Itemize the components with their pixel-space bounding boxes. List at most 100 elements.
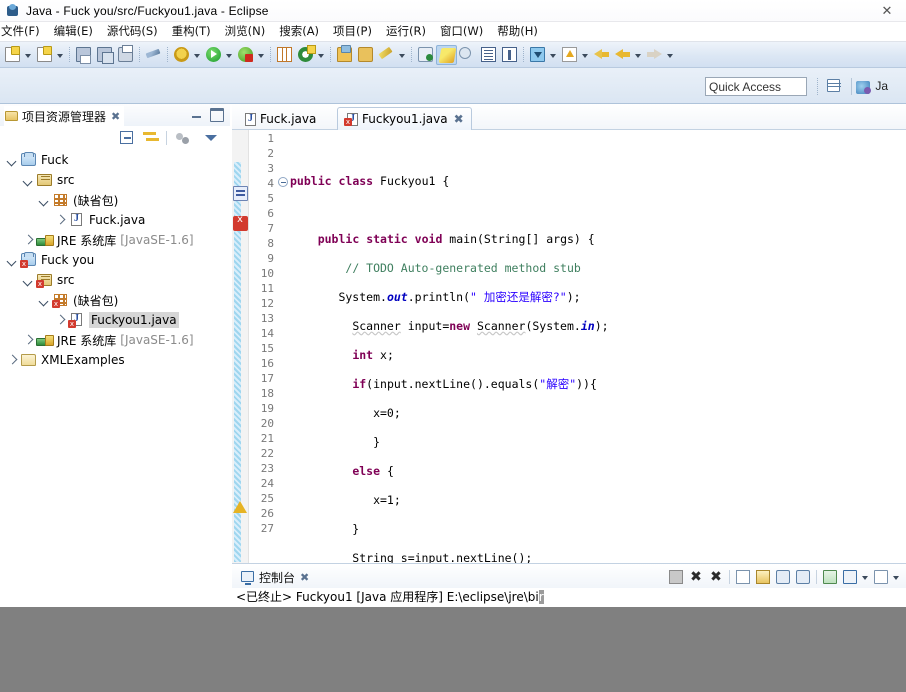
remove-all-terminated-button[interactable]: ✖ [706, 568, 726, 586]
previous-annotation-button[interactable] [457, 45, 478, 65]
view-menu-button[interactable] [202, 129, 222, 147]
editor-tab-fuckyou1-java[interactable]: Fuckyou1.java ✖ [337, 107, 472, 130]
editor-body[interactable]: 1 2 3 4 5 6 7 8 9 10 11 12 13 14 15 16 1 [232, 130, 906, 607]
chevron-right-icon[interactable] [20, 332, 36, 348]
folding-ruler[interactable] [276, 130, 290, 589]
new-class-green-button[interactable] [295, 44, 316, 65]
java-perspective-button[interactable] [436, 44, 457, 65]
scroll-lock-button[interactable] [753, 568, 773, 586]
chevron-down-icon[interactable] [4, 252, 20, 268]
menu-navigate[interactable]: 浏览(N) [218, 21, 273, 42]
run-button[interactable] [203, 45, 224, 65]
terminate-button[interactable] [666, 568, 686, 586]
close-icon[interactable]: ✕ [878, 3, 896, 19]
print-button[interactable] [115, 44, 136, 65]
open-task-button[interactable] [355, 45, 376, 65]
toggle-block-selection-button[interactable] [478, 45, 499, 65]
perspective-java-button[interactable]: Ja [856, 76, 888, 96]
open-type-button[interactable] [334, 44, 355, 65]
close-icon[interactable]: ✖ [111, 110, 120, 123]
menu-run[interactable]: 运行(R) [379, 21, 433, 42]
save-button[interactable] [73, 45, 94, 65]
tree-item-default-package-2[interactable]: (缺省包) [0, 290, 230, 310]
chevron-right-icon[interactable] [20, 232, 36, 248]
console-tab[interactable]: 控制台 ✖ [240, 567, 309, 587]
close-icon[interactable]: ✖ [454, 112, 464, 126]
next-annotation-button[interactable] [415, 45, 436, 65]
project-tree[interactable]: Fuck src (缺省包) Fuck.java [0, 150, 230, 607]
remove-launch-button[interactable]: ✖ [686, 568, 706, 586]
link-with-editor-button[interactable] [142, 129, 162, 147]
display-selected-console-button[interactable] [840, 568, 860, 586]
run-dropdown[interactable] [224, 45, 235, 65]
next-dropdown[interactable] [665, 45, 676, 65]
minimize-icon[interactable] [190, 109, 204, 121]
maximize-icon[interactable] [210, 108, 224, 122]
editor-tab-fuck-java[interactable]: Fuck.java [236, 107, 323, 130]
console-output[interactable]: <已终止> Fuckyou1 [Java 应用程序] E:\eclipse\jr… [232, 588, 906, 607]
tree-item-fuck-java[interactable]: Fuck.java [0, 210, 230, 230]
tree-item-src[interactable]: src [0, 170, 230, 190]
tree-item-project-fuck-you[interactable]: Fuck you [0, 250, 230, 270]
word-wrap-button[interactable] [773, 568, 793, 586]
code-text[interactable]: public class Fuckyou1 { public static vo… [290, 130, 906, 589]
menu-help[interactable]: 帮助(H) [490, 21, 545, 42]
toggle-mark-occurrences-button[interactable] [143, 45, 164, 65]
previous-edit-dropdown[interactable] [580, 45, 591, 65]
editor-vertical-ruler[interactable] [232, 130, 249, 589]
next-edit-location-button[interactable] [527, 45, 548, 65]
pin-console-button[interactable] [793, 568, 813, 586]
tree-item-jre-system-library-2[interactable]: JRE 系统库 [JavaSE-1.6] [0, 330, 230, 350]
warning-marker-icon[interactable] [233, 501, 247, 513]
external-tools-dropdown[interactable] [256, 45, 267, 65]
fold-toggle-icon[interactable] [278, 177, 288, 187]
tree-item-xmlexamples[interactable]: XMLExamples [0, 350, 230, 370]
debug-button[interactable] [171, 45, 192, 65]
todo-marker-icon[interactable] [233, 186, 248, 201]
new-class-green-dropdown[interactable] [316, 45, 327, 65]
chevron-right-icon[interactable] [52, 312, 68, 328]
menu-refactor[interactable]: 重构(T) [165, 21, 218, 42]
menu-edit[interactable]: 编辑(E) [47, 21, 100, 42]
chevron-right-icon[interactable] [52, 212, 68, 228]
display-console-dropdown[interactable] [860, 567, 871, 587]
forward-dropdown[interactable] [633, 45, 644, 65]
new-wizard-button[interactable] [2, 45, 23, 65]
focus-on-active-task-button[interactable] [174, 129, 194, 147]
next-button[interactable] [644, 45, 665, 65]
tree-item-jre-system-library[interactable]: JRE 系统库 [JavaSE-1.6] [0, 230, 230, 250]
close-icon[interactable]: ✖ [300, 571, 309, 584]
debug-dropdown[interactable] [192, 45, 203, 65]
menu-search[interactable]: 搜索(A) [272, 21, 326, 42]
new-wizard-dropdown[interactable] [23, 45, 34, 65]
error-marker-icon[interactable] [233, 214, 248, 231]
back-button[interactable] [591, 45, 612, 65]
new-console-view-button[interactable] [871, 568, 891, 586]
menu-window[interactable]: 窗口(W) [433, 21, 490, 42]
menu-file[interactable]: 文件(F) [0, 21, 47, 42]
tree-item-project-fuck[interactable]: Fuck [0, 150, 230, 170]
chevron-down-icon[interactable] [4, 152, 20, 168]
menu-project[interactable]: 项目(P) [326, 21, 379, 42]
run-external-tools-button[interactable] [235, 45, 256, 65]
tree-item-default-package[interactable]: (缺省包) [0, 190, 230, 210]
save-all-button[interactable] [94, 45, 115, 65]
chevron-down-icon[interactable] [20, 172, 36, 188]
new-java-project-button[interactable] [274, 45, 295, 65]
clear-console-button[interactable] [733, 568, 753, 586]
open-console-button[interactable] [820, 568, 840, 586]
new-console-dropdown[interactable] [891, 567, 902, 587]
tree-item-src-2[interactable]: src [0, 270, 230, 290]
tree-item-fuckyou1-java[interactable]: Fuckyou1.java [0, 310, 230, 330]
forward-button[interactable] [612, 45, 633, 65]
menu-source[interactable]: 源代码(S) [100, 21, 165, 42]
search-dropdown[interactable] [397, 45, 408, 65]
previous-edit-location-button[interactable] [559, 45, 580, 65]
chevron-down-icon[interactable] [36, 292, 52, 308]
new-class-dropdown[interactable] [55, 45, 66, 65]
open-perspective-button[interactable] [824, 76, 846, 96]
chevron-down-icon[interactable] [20, 272, 36, 288]
collapse-all-button[interactable] [118, 129, 138, 147]
chevron-right-icon[interactable] [4, 352, 20, 368]
new-java-class-button[interactable] [34, 45, 55, 65]
